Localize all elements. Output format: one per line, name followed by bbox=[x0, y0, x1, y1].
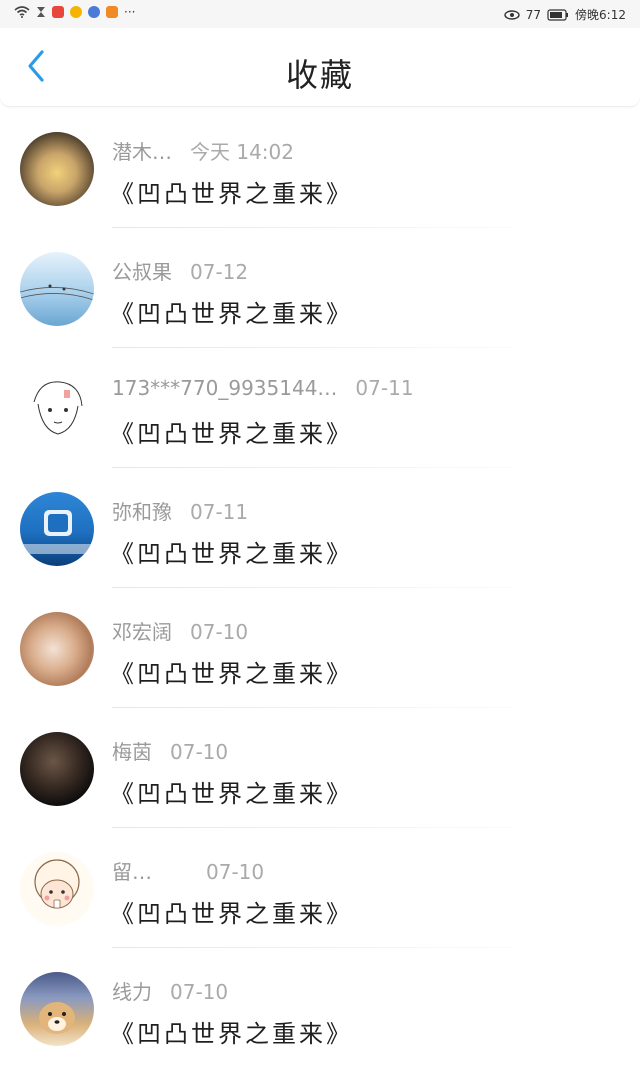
timestamp: 07-10 bbox=[170, 980, 229, 1004]
app-red-icon bbox=[52, 6, 64, 18]
timestamp: 07-12 bbox=[190, 260, 249, 284]
list-item[interactable]: 线力 07-10 《凹凸世界之重来》 bbox=[0, 948, 640, 1068]
user-name[interactable]: 公叔果 bbox=[112, 260, 172, 284]
list-item[interactable]: 弥和豫 07-11 《凹凸世界之重来》 bbox=[0, 468, 640, 588]
user-name[interactable]: 梅茵 bbox=[112, 740, 152, 764]
favorite-title[interactable]: 《凹凸世界之重来》 bbox=[110, 294, 353, 329]
avatar[interactable] bbox=[20, 132, 94, 206]
favorite-title[interactable]: 《凹凸世界之重来》 bbox=[110, 414, 353, 449]
user-name[interactable]: 潜木… bbox=[112, 140, 172, 164]
status-right: 77 傍晚6:12 bbox=[504, 6, 626, 23]
favorite-title[interactable]: 《凹凸世界之重来》 bbox=[110, 774, 353, 809]
avatar[interactable] bbox=[20, 732, 94, 806]
music-icon bbox=[88, 6, 100, 18]
favorite-title[interactable]: 《凹凸世界之重来》 bbox=[110, 534, 353, 569]
sheep-cartoon-image bbox=[34, 859, 80, 909]
wires-image bbox=[20, 284, 94, 301]
eye-icon bbox=[504, 9, 520, 20]
user-name[interactable]: 173***770_9935144… bbox=[112, 376, 337, 400]
hourglass-icon bbox=[37, 7, 45, 17]
timestamp: 今天 14:02 bbox=[190, 140, 294, 164]
dog-image bbox=[39, 1002, 75, 1034]
list-item[interactable]: 邓宏阔 07-10 《凹凸世界之重来》 bbox=[0, 588, 640, 708]
favorite-title[interactable]: 《凹凸世界之重来》 bbox=[110, 174, 353, 209]
battery-percent: 77 bbox=[525, 7, 542, 22]
avatar[interactable] bbox=[20, 972, 94, 1046]
user-name[interactable]: 线力 bbox=[112, 980, 152, 1004]
video-icon bbox=[106, 6, 118, 18]
timestamp: 07-10 bbox=[170, 740, 229, 764]
timestamp: 07-10 bbox=[206, 860, 265, 884]
battery-icon bbox=[547, 8, 569, 21]
timestamp: 07-10 bbox=[190, 620, 249, 644]
timestamp: 07-11 bbox=[355, 376, 414, 400]
pay-logo-image bbox=[20, 510, 94, 554]
user-name[interactable]: 邓宏阔 bbox=[112, 620, 172, 644]
sketch-character-image bbox=[33, 381, 83, 435]
list-item[interactable]: 公叔果 07-12 《凹凸世界之重来》 bbox=[0, 228, 640, 348]
favorites-list: 潜木… 今天 14:02 《凹凸世界之重来》 公叔果 07-12 《凹凸世界之重来》 bbox=[0, 108, 640, 1068]
favorite-title[interactable]: 《凹凸世界之重来》 bbox=[110, 654, 353, 689]
page-title: 收藏 bbox=[285, 56, 354, 94]
favorite-title[interactable]: 《凹凸世界之重来》 bbox=[110, 1014, 353, 1049]
status-left: ··· bbox=[14, 6, 135, 18]
avatar[interactable] bbox=[20, 612, 94, 686]
timestamp: 07-11 bbox=[190, 500, 249, 524]
list-item[interactable]: 潜木… 今天 14:02 《凹凸世界之重来》 bbox=[0, 108, 640, 228]
avatar[interactable] bbox=[20, 372, 94, 446]
list-item[interactable]: 留… 07-10 《凹凸世界之重来》 bbox=[0, 828, 640, 948]
weibo-icon bbox=[70, 6, 82, 18]
favorite-title[interactable]: 《凹凸世界之重来》 bbox=[110, 894, 353, 929]
list-item[interactable]: 173***770_9935144… 07-11 《凹凸世界之重来》 bbox=[0, 348, 640, 468]
avatar[interactable] bbox=[20, 492, 94, 566]
header: 收藏 bbox=[0, 28, 640, 107]
user-name[interactable]: 留… bbox=[112, 860, 152, 884]
user-name[interactable]: 弥和豫 bbox=[112, 500, 172, 524]
status-bar: ··· 77 傍晚6:12 bbox=[0, 0, 640, 28]
more-notifications: ··· bbox=[124, 5, 136, 19]
wifi-icon bbox=[14, 6, 30, 18]
clock: 傍晚6:12 bbox=[575, 8, 626, 22]
avatar[interactable] bbox=[20, 852, 94, 926]
list-item[interactable]: 梅茵 07-10 《凹凸世界之重来》 bbox=[0, 708, 640, 828]
avatar[interactable] bbox=[20, 252, 94, 326]
